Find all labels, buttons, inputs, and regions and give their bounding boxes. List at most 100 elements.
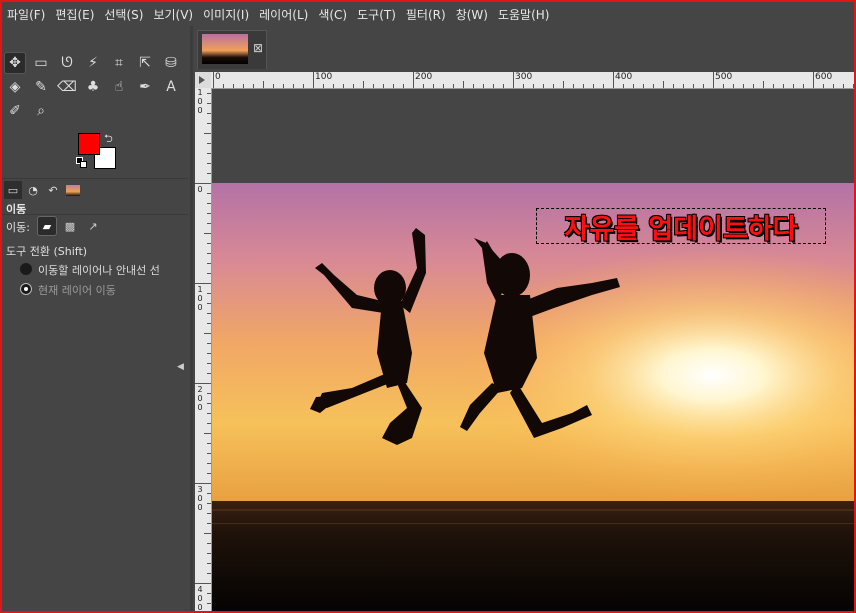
close-icon[interactable]: ⊠ xyxy=(253,41,263,55)
tool-options-tab-icon[interactable]: ▭ xyxy=(4,181,22,199)
ruler-tick xyxy=(207,253,211,254)
ruler-label: 100 xyxy=(315,72,333,82)
ruler-tick xyxy=(643,84,644,88)
ruler-label: 4 0 0 xyxy=(197,585,203,611)
menu-edit[interactable]: 편집(E) xyxy=(50,6,99,23)
ruler-tick xyxy=(373,84,374,88)
ruler-tick xyxy=(633,84,634,88)
menu-layer[interactable]: 레이어(L) xyxy=(254,6,313,23)
ruler-tick xyxy=(223,84,224,88)
ruler-tick xyxy=(207,443,211,444)
move-selection-mode-button[interactable]: ▩ xyxy=(60,216,80,236)
move-tool-icon[interactable]: ✥ xyxy=(4,52,26,74)
undo-history-tab-icon[interactable]: ↶ xyxy=(44,181,62,199)
ruler-tick xyxy=(753,84,754,88)
ruler-tick xyxy=(693,84,694,88)
image-canvas[interactable]: 자유를 업데이트하다 xyxy=(212,183,854,611)
ruler-tick xyxy=(533,84,534,88)
ruler-tick xyxy=(493,84,494,88)
smudge-tool-icon[interactable]: ☝ xyxy=(108,76,130,98)
panel-menu-icon[interactable]: ◀ xyxy=(177,362,184,372)
ruler-tick xyxy=(207,273,211,274)
menu-file[interactable]: 파일(F) xyxy=(2,6,50,23)
menu-tools[interactable]: 도구(T) xyxy=(352,6,401,23)
menu-colors[interactable]: 색(C) xyxy=(313,6,352,23)
caption-text[interactable]: 자유를 업데이트하다 xyxy=(565,207,798,246)
ruler-tick xyxy=(853,84,854,88)
paintbrush-tool-icon[interactable]: ✎ xyxy=(30,76,52,98)
ruler-tick xyxy=(207,163,211,164)
color-picker-tool-icon[interactable]: ✐ xyxy=(4,100,26,122)
ruler-corner-menu-icon[interactable] xyxy=(195,72,212,89)
clone-tool-icon[interactable]: ♣ xyxy=(82,76,104,98)
ruler-tick xyxy=(393,84,394,88)
reset-colors-icon[interactable] xyxy=(76,157,87,168)
ruler-tick xyxy=(603,84,604,88)
ruler-tick xyxy=(207,603,211,604)
unified-transform-tool-icon[interactable]: ⇱ xyxy=(134,52,156,74)
ruler-tick xyxy=(207,203,211,204)
menu-image[interactable]: 이미지(I) xyxy=(198,6,254,23)
text-layer-selection[interactable]: 자유를 업데이트하다 xyxy=(536,207,826,246)
bucket-fill-tool-icon[interactable]: ◈ xyxy=(4,76,26,98)
ruler-tick xyxy=(207,503,211,504)
ruler-tick xyxy=(207,413,211,414)
menu-filters[interactable]: 필터(R) xyxy=(401,6,451,23)
horizontal-ruler[interactable]: 0 100 200 300 400 500 600 xyxy=(211,72,854,89)
fuzzy-select-tool-icon[interactable]: ⚡ xyxy=(82,52,104,74)
ruler-tick xyxy=(195,183,211,184)
ruler-tick xyxy=(207,343,211,344)
foreground-color-swatch[interactable] xyxy=(78,133,100,155)
ruler-label: 0 xyxy=(215,72,221,82)
ruler-tick xyxy=(253,84,254,88)
radio-pick-layer[interactable] xyxy=(20,263,32,275)
ruler-tick xyxy=(195,483,211,484)
image-tab[interactable]: ⊠ xyxy=(197,30,267,69)
paths-tool-icon[interactable]: ✒ xyxy=(134,76,156,98)
vertical-ruler[interactable]: 1 0 0 0 1 0 0 2 0 0 3 0 0 4 0 0 xyxy=(195,88,212,611)
ruler-label: 2 0 0 xyxy=(197,385,203,412)
ruler-tick xyxy=(653,84,654,88)
images-tab-icon[interactable] xyxy=(64,181,82,199)
rect-select-tool-icon[interactable]: ▭ xyxy=(30,52,52,74)
ruler-tick xyxy=(663,81,664,88)
ruler-tick xyxy=(207,323,211,324)
ruler-tick xyxy=(263,81,264,88)
lasso-tool-icon[interactable]: ᘎ xyxy=(56,52,78,74)
crop-tool-icon[interactable]: ⌗ xyxy=(108,52,130,74)
menu-select[interactable]: 선택(S) xyxy=(99,6,148,23)
move-path-mode-button[interactable]: ↗ xyxy=(83,216,103,236)
ruler-tick xyxy=(207,303,211,304)
ruler-tick xyxy=(204,133,211,134)
ruler-label: 1 0 0 xyxy=(197,285,203,312)
ruler-tick xyxy=(513,72,514,88)
ruler-tick xyxy=(207,123,211,124)
device-status-tab-icon[interactable]: ◔ xyxy=(24,181,42,199)
ruler-tick xyxy=(243,84,244,88)
ruler-tick xyxy=(207,313,211,314)
warp-transform-tool-icon[interactable]: ⛁ xyxy=(160,52,182,74)
ruler-tick xyxy=(623,84,624,88)
ruler-tick xyxy=(207,453,211,454)
move-layer-mode-button[interactable]: ▰ xyxy=(37,216,57,236)
radio-active-layer[interactable] xyxy=(20,283,32,295)
ruler-tick xyxy=(733,84,734,88)
radio-active-layer-label[interactable]: 현재 레이어 이동 xyxy=(38,282,116,298)
ruler-tick xyxy=(833,84,834,88)
text-tool-icon[interactable]: A xyxy=(160,76,182,98)
ruler-tick xyxy=(763,81,764,88)
ruler-label: 200 xyxy=(415,72,433,82)
ruler-tick xyxy=(204,333,211,334)
menu-windows[interactable]: 창(W) xyxy=(451,6,493,23)
ruler-tick xyxy=(563,81,564,88)
radio-pick-layer-label[interactable]: 이동할 레이어나 안내선 선 xyxy=(38,262,160,278)
ruler-tick xyxy=(333,84,334,88)
eraser-tool-icon[interactable]: ⌫ xyxy=(56,76,78,98)
zoom-tool-icon[interactable]: ⌕ xyxy=(30,100,52,122)
ruler-tick xyxy=(207,363,211,364)
ruler-tick xyxy=(204,233,211,234)
image-thumbnail xyxy=(202,34,248,64)
menu-view[interactable]: 보기(V) xyxy=(148,6,198,23)
ruler-tick xyxy=(195,583,211,584)
menu-help[interactable]: 도움말(H) xyxy=(493,6,555,23)
